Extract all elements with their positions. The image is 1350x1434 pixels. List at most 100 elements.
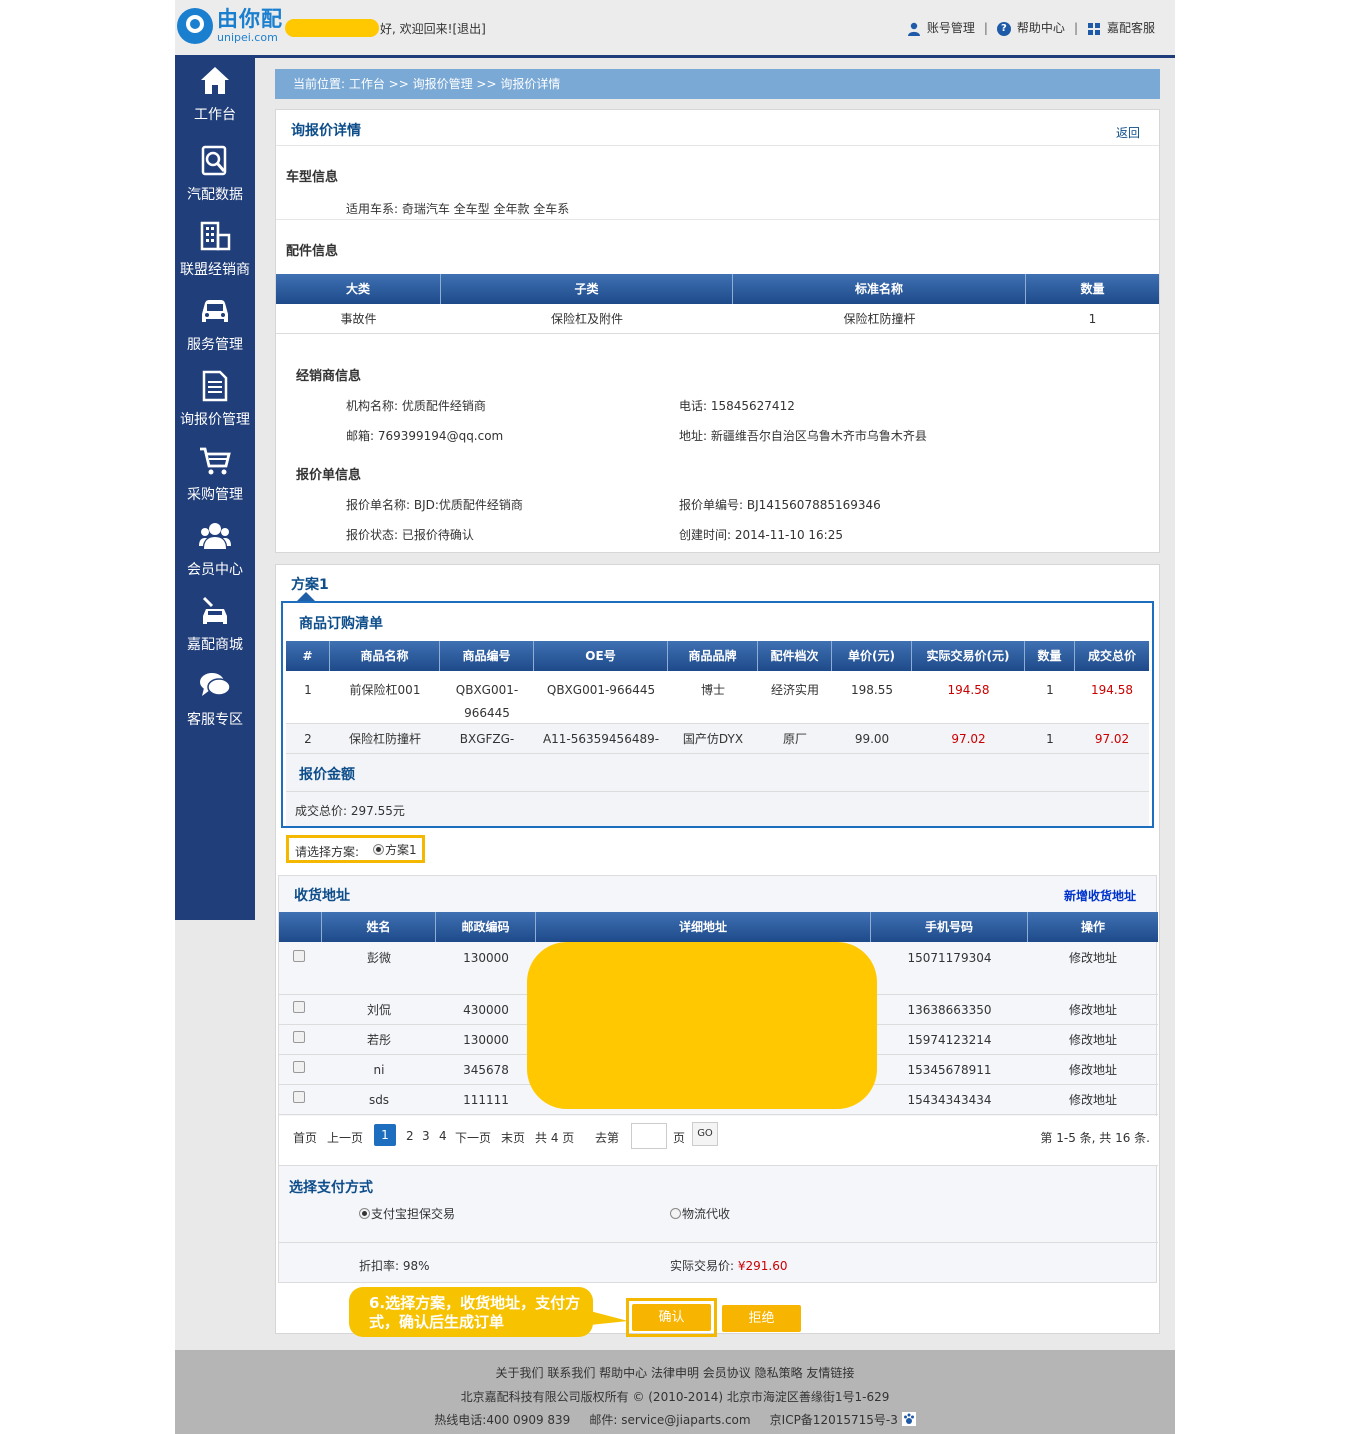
car-series: 适用车系: 奇瑞汽车 全车型 全年款 全车系 (346, 202, 570, 216)
quote-number: 报价单编号: BJ1415607885169346 (679, 498, 881, 512)
sidebar-item-members[interactable]: 会员中心 (175, 519, 255, 594)
table-cell: 1 (1046, 732, 1054, 746)
plan-1-option-label: 方案1 (385, 843, 417, 857)
choose-plan-box: 请选择方案: 方案1 (286, 835, 425, 863)
page-3-link[interactable]: 3 (422, 1129, 430, 1143)
column-header: 子类 (441, 274, 733, 304)
table-cell: 保险杠防撞杆 (348, 732, 421, 746)
page-1-button[interactable]: 1 (374, 1124, 396, 1146)
column-header: 数量 (1025, 641, 1075, 671)
goto-button[interactable]: GO (692, 1122, 718, 1146)
sidebar-item-purchase[interactable]: 采购管理 (175, 444, 255, 519)
pay-option-cod[interactable]: 物流代收 (670, 1205, 730, 1222)
chat-icon (200, 673, 231, 696)
paw-icon (901, 1412, 916, 1426)
edit-address-link[interactable]: 修改地址 (1028, 1085, 1158, 1114)
sidebar-item-label: 会员中心 (187, 562, 243, 578)
add-address-link[interactable]: 新增收货地址 (1064, 887, 1136, 904)
service-link[interactable]: 嘉配客服 (1087, 19, 1155, 36)
actual-price-label: 实际交易价: (670, 1259, 735, 1273)
parts-table-header: 大类 子类 标准名称 数量 (276, 274, 1159, 304)
column-header: 商品名称 (330, 641, 440, 671)
last-page-link[interactable]: 末页 (501, 1129, 525, 1146)
tab-plan-1[interactable]: 方案1 (291, 574, 329, 594)
column-header: OE号 (534, 641, 668, 671)
table-cell: BXGFZG-123654 (459, 732, 515, 776)
quote-created-time: 创建时间: 2014-11-10 16:25 (679, 528, 843, 542)
table-cell: 15071179304 (907, 951, 992, 965)
sidebar-item-parts-data[interactable]: 汽配数据 (175, 144, 255, 219)
logout-link[interactable]: [退出] (452, 22, 485, 36)
cod-radio[interactable] (670, 1208, 681, 1219)
table-cell: 1 (304, 683, 312, 697)
choose-plan-label: 请选择方案: (295, 845, 360, 859)
address-checkbox[interactable] (293, 1031, 305, 1043)
search-doc-icon (201, 145, 227, 176)
table-cell: sds (368, 1093, 390, 1107)
plan-1-option[interactable]: 方案1 (373, 841, 417, 858)
address-section: 收货地址 新增收货地址 姓名 邮政编码 详细地址 手机号码 操作 彭微 1300… (278, 875, 1158, 1283)
prev-page-link[interactable]: 上一页 (327, 1129, 363, 1146)
pay-option-alipay[interactable]: 支付宝担保交易 (359, 1205, 455, 1222)
account-link[interactable]: 账号管理 (907, 19, 975, 36)
address-checkbox[interactable] (293, 1061, 305, 1073)
sidebar-item-dealers[interactable]: 联盟经销商 (175, 219, 255, 294)
next-page-link[interactable]: 下一页 (455, 1129, 491, 1146)
logo[interactable]: 由你配 unipei.com (177, 8, 283, 44)
table-cell: 345678 (463, 1063, 509, 1077)
actual-price-value: ¥291.60 (737, 1259, 788, 1273)
address-checkbox[interactable] (293, 950, 305, 962)
grid-icon (1087, 22, 1100, 35)
inquiry-detail-panel: 询报价详情 返回 车型信息 适用车系: 奇瑞汽车 全车型 全年款 全车系 配件信… (275, 109, 1160, 553)
quote-info-heading: 报价单信息 (296, 468, 362, 483)
sidebar-item-mall[interactable]: 嘉配商城 (175, 594, 255, 669)
order-list-title: 商品订购清单 (299, 616, 383, 632)
table-cell: 15434343434 (907, 1093, 992, 1107)
sidebar-item-workbench[interactable]: 工作台 (175, 64, 255, 139)
footer-icp[interactable]: 京ICP备12015715号-3 (770, 1413, 898, 1427)
alipay-radio[interactable] (359, 1208, 370, 1219)
table-cell: 1 (1088, 312, 1097, 326)
reject-button[interactable]: 拒绝 (722, 1305, 801, 1332)
table-row: 2 保险杠防撞杆 BXGFZG-123654 A11-56359456489-M… (286, 724, 1149, 776)
quote-status: 报价状态: 已报价待确认 (346, 528, 474, 542)
cart-icon (200, 447, 231, 475)
table-cell: 事故件 (340, 312, 377, 326)
sidebar-item-inquiry[interactable]: 询报价管理 (175, 369, 255, 444)
home-icon (201, 67, 229, 94)
plan-1-radio[interactable] (373, 844, 384, 855)
address-checkbox[interactable] (293, 1091, 305, 1103)
table-cell: 刘侃 (366, 1003, 391, 1017)
footer-links[interactable]: 关于我们 联系我们 帮助中心 法律申明 会员协议 隐私策略 友情链接 (175, 1364, 1175, 1381)
sidebar-item-label: 嘉配商城 (187, 637, 243, 653)
total-price-cell: 97.02 (1094, 732, 1130, 746)
quote-amount-bar: 报价金额 (286, 754, 1149, 792)
address-checkbox[interactable] (293, 1001, 305, 1013)
first-page-link[interactable]: 首页 (293, 1129, 317, 1146)
table-cell: 彭微 (366, 951, 391, 965)
footer-mail: 邮件: service@jiaparts.com (589, 1413, 751, 1427)
edit-address-link[interactable]: 修改地址 (1028, 995, 1158, 1024)
edit-address-link[interactable]: 修改地址 (1028, 950, 1158, 994)
goto-page-input[interactable] (631, 1123, 667, 1149)
sidebar-item-service[interactable]: 服务管理 (175, 294, 255, 369)
table-cell: 博士 (700, 683, 725, 697)
sidebar: 工作台 汽配数据 联盟经销商 服务管理 询报价管理 采购管理 会员中心 嘉配商城… (175, 58, 255, 920)
sidebar-item-label: 服务管理 (187, 337, 243, 353)
page-4-link[interactable]: 4 (439, 1129, 447, 1143)
goto-label: 去第 (595, 1131, 620, 1145)
edit-address-link[interactable]: 修改地址 (1028, 1025, 1158, 1054)
page-2-link[interactable]: 2 (406, 1129, 414, 1143)
table-cell: 198.55 (851, 683, 893, 697)
cod-label: 物流代收 (682, 1207, 731, 1221)
footer: 关于我们 联系我们 帮助中心 法律申明 会员协议 隐私策略 友情链接 北京嘉配科… (175, 1350, 1175, 1434)
edit-address-link[interactable]: 修改地址 (1028, 1055, 1158, 1084)
back-link[interactable]: 返回 (1116, 124, 1140, 141)
alipay-label: 支付宝担保交易 (371, 1207, 456, 1221)
column-header: 成交总价 (1087, 649, 1136, 663)
sidebar-item-support[interactable]: 客服专区 (175, 669, 255, 744)
help-link[interactable]: ? 帮助中心 (996, 19, 1065, 36)
confirm-button[interactable]: 确认 (632, 1304, 711, 1331)
redacted-address-block (527, 942, 877, 1109)
column-header: 标准名称 (733, 274, 1026, 304)
